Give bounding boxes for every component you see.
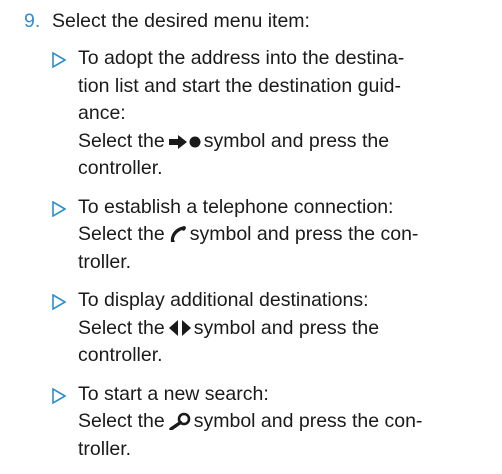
action-after-text: symbol and press the [203,129,390,152]
item-text-line: controller. [78,344,163,366]
item-text-line: To adopt the address into the destina- [78,47,405,69]
triangle-bullet-icon [52,200,66,217]
action-after-text: symbol and press the [193,316,380,339]
list-item-additional-destinations: To display additional destinations: Sele… [52,287,492,370]
list-item-adopt-address: To adopt the address into the destina- t… [52,45,492,183]
action-before-text: Select the [78,129,165,152]
step-text: Select the desired menu item: [52,10,310,32]
action-after-text: symbol and press the con- [189,223,419,245]
telephone-handset-icon [170,226,186,242]
list-item-telephone-connection: To establish a telephone connection: Sel… [52,194,492,277]
step-number: 9. [24,10,41,32]
action-before-text: Select the [78,410,165,432]
list-item-new-search: To start a new search: Select the symbol… [52,381,492,464]
left-right-arrows-icon [168,319,191,336]
item-text-line: controller. [78,157,163,179]
action-before-text: Select the [78,316,165,339]
item-text-line: To display additional destinations: [78,289,369,311]
action-before-text: Select the [78,223,165,245]
triangle-bullet-icon [52,52,66,68]
step-heading: 9. Select the desired menu item: [24,7,310,35]
action-after-text: symbol and press the con- [193,410,423,432]
item-action-line: Select the symbol and press the con- [78,221,492,249]
triangle-bullet-icon [52,294,66,310]
item-text-line: troller. [78,250,132,273]
item-text-line: tion list and start the destination guid… [78,74,402,97]
arrow-dot-icon [168,134,201,149]
item-text-line: ance: [78,102,126,124]
item-action-line: Select the symbol and press the con- [78,408,492,436]
item-action-line: Select the symbol and press the [78,315,492,343]
item-text-line: troller. [78,437,132,460]
menu-item-list: To adopt the address into the destina- t… [52,45,492,474]
item-text-line: To establish a telephone connection: [78,195,394,218]
magnifier-icon [169,412,191,430]
item-text-line: To start a new search: [78,382,269,405]
item-action-line: Select the symbol and press the [78,128,492,156]
triangle-bullet-icon [52,387,66,404]
